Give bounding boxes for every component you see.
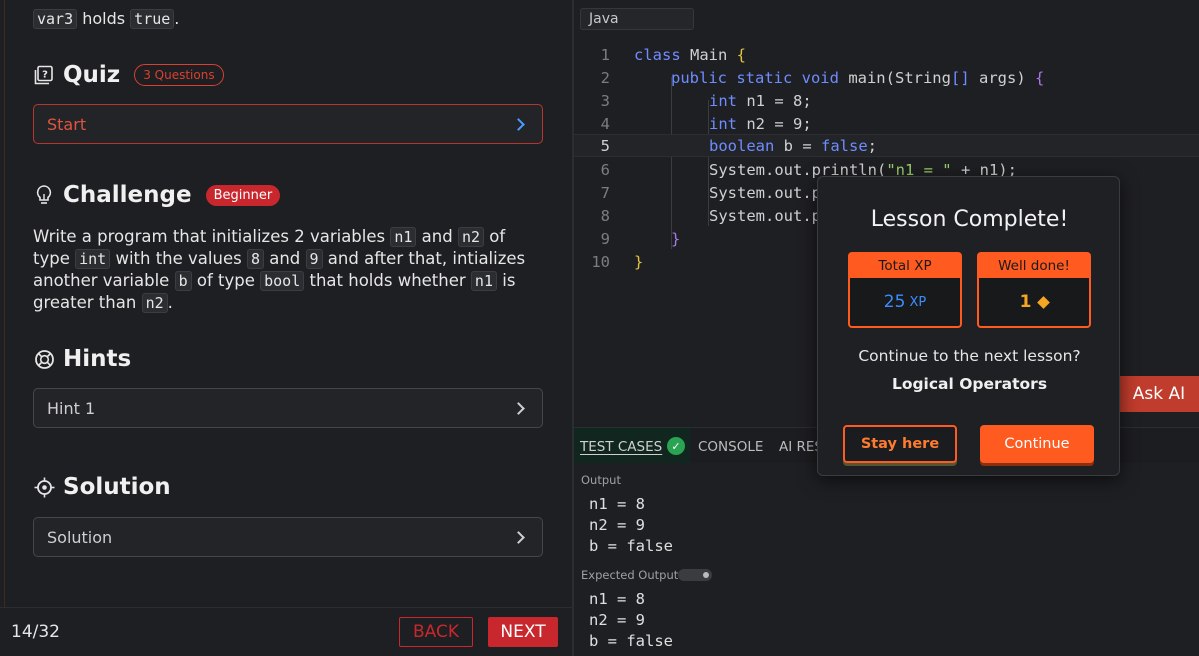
expected-output: n1 = 8 n2 = 9 b = false xyxy=(589,590,673,650)
quiz-icon: ? xyxy=(33,64,55,86)
stay-here-button[interactable]: Stay here xyxy=(843,425,957,463)
test-results: Output n1 = 8 n2 = 9 b = false Expected … xyxy=(574,463,1199,656)
actual-output: n1 = 8 n2 = 9 b = false xyxy=(589,495,673,555)
chevron-right-icon xyxy=(512,117,525,131)
continue-button[interactable]: Continue xyxy=(980,425,1094,463)
modal-title: Lesson Complete! xyxy=(870,207,1069,232)
code-line-active: 5 boolean b = false; xyxy=(574,134,1199,157)
gem-icon xyxy=(1037,295,1051,309)
well-done-card: Well done! 1 xyxy=(977,252,1091,328)
difficulty-badge: Beginner xyxy=(205,184,281,206)
solution-button[interactable]: Solution xyxy=(33,517,543,557)
expected-output-label: Expected Output xyxy=(581,568,679,582)
challenge-header: Challenge Beginner xyxy=(33,180,281,210)
code-line: 3 int n1 = 8; xyxy=(600,91,812,110)
inline-code: true xyxy=(130,9,175,29)
next-lesson-name: Logical Operators xyxy=(891,375,1048,393)
panel-border xyxy=(4,0,5,607)
continue-question: Continue to the next lesson? xyxy=(858,347,1081,365)
quiz-count-badge: 3 Questions xyxy=(134,64,224,86)
lesson-panel: var3 holds true. ? Quiz 3 Questions Star… xyxy=(0,0,572,656)
back-button[interactable]: BACK xyxy=(399,617,473,647)
challenge-description: Write a program that initializes 2 varia… xyxy=(33,227,526,313)
output-label: Output xyxy=(581,473,621,487)
intro-text: var3 holds true. xyxy=(33,8,179,30)
solution-label: Solution xyxy=(47,527,113,547)
next-button[interactable]: NEXT xyxy=(488,617,558,647)
total-xp-value: 25 XP xyxy=(883,292,927,312)
solution-header: Solution xyxy=(33,472,171,502)
gem-count: 1 xyxy=(979,278,1089,326)
well-done-label: Well done! xyxy=(979,254,1089,278)
total-xp-label: Total XP xyxy=(850,254,960,278)
code-line: 4 int n2 = 9; xyxy=(600,114,812,133)
crosshair-icon xyxy=(33,476,55,498)
hints-title: Hints xyxy=(63,346,132,372)
chevron-right-icon xyxy=(512,530,525,544)
code-line: 1 class Main { xyxy=(600,45,747,64)
quiz-start-button[interactable]: Start xyxy=(33,104,543,144)
total-xp-card: Total XP 25 XP xyxy=(848,252,962,328)
inline-code: var3 xyxy=(33,9,78,29)
lesson-complete-modal: Lesson Complete! Total XP 25 XP Well done… xyxy=(817,176,1120,476)
challenge-title: Challenge xyxy=(63,182,192,208)
lifebuoy-icon xyxy=(33,348,55,370)
language-select[interactable]: Java xyxy=(580,8,694,30)
quiz-title: Quiz xyxy=(63,62,121,88)
code-line: 2 public static void main(String[] args) … xyxy=(600,68,1045,87)
hint-label: Hint 1 xyxy=(47,398,96,418)
lesson-footer: 14/32 BACK NEXT xyxy=(0,607,572,656)
check-icon: ✓ xyxy=(667,437,685,455)
quiz-start-label: Start xyxy=(47,114,87,134)
quiz-header: ? Quiz 3 Questions xyxy=(33,60,224,90)
ask-ai-button[interactable]: Ask AI xyxy=(1119,376,1199,412)
solution-title: Solution xyxy=(63,474,171,500)
tab-console[interactable]: CONSOLE xyxy=(698,439,763,455)
lesson-progress: 14/32 xyxy=(11,622,60,642)
tab-test-cases[interactable]: TEST CASES xyxy=(580,439,662,455)
svg-text:?: ? xyxy=(42,70,48,81)
hint-1-button[interactable]: Hint 1 xyxy=(33,388,543,428)
lightbulb-icon xyxy=(33,184,55,206)
expected-output-toggle[interactable] xyxy=(678,569,712,581)
chevron-right-icon xyxy=(512,401,525,415)
hints-header: Hints xyxy=(33,344,131,374)
